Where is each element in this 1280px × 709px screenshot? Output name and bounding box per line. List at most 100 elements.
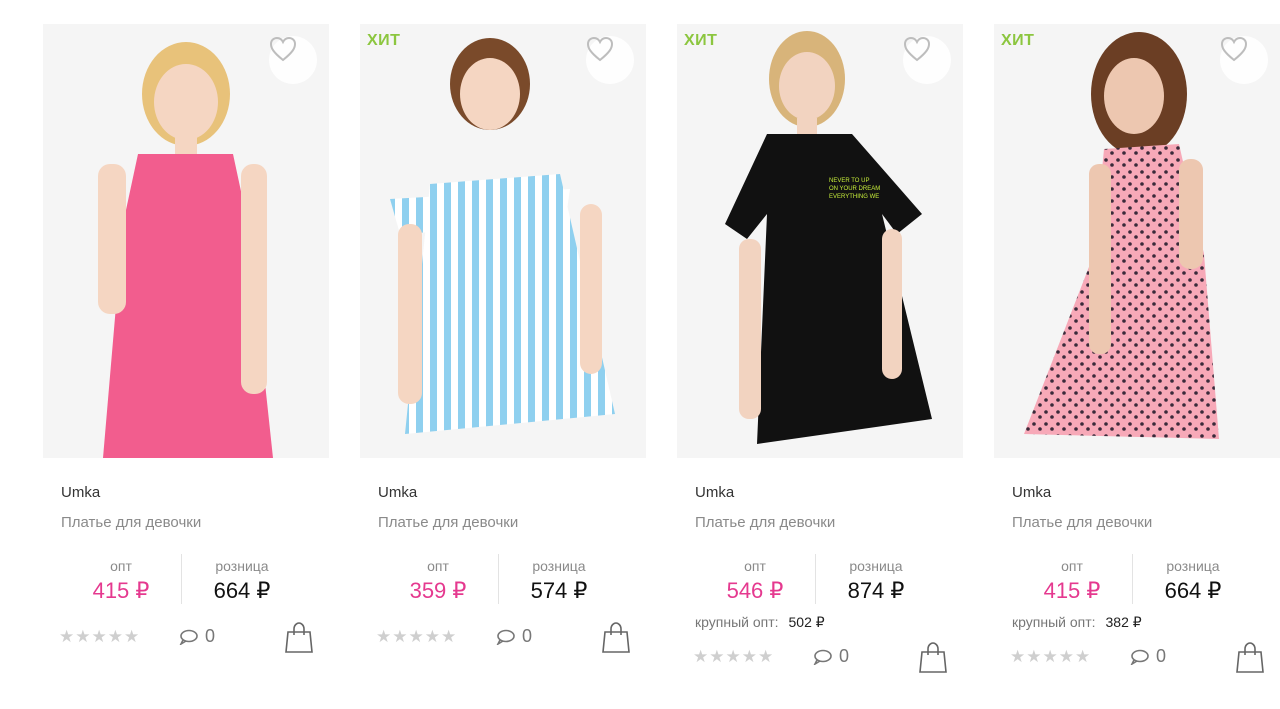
price-block: опт 546 ₽ розница 874 ₽ [695, 554, 945, 606]
comments-link[interactable]: 0 [1130, 646, 1166, 667]
rating-stars[interactable]: ★ ★ ★ ★ ★ [693, 648, 773, 665]
svg-text:EVERYTHING WE: EVERYTHING WE [829, 194, 879, 200]
shopping-bag-icon [602, 622, 630, 653]
heart-icon [903, 36, 931, 62]
bulk-price-line: крупный опт: 382 ₽ [1012, 614, 1142, 631]
product-title[interactable]: Платье для девочки [1012, 514, 1152, 531]
shopping-bag-icon [1236, 642, 1264, 673]
star-icon[interactable]: ★ [1026, 648, 1041, 665]
bulk-price: 382 ₽ [1105, 614, 1142, 630]
product-photo[interactable] [43, 24, 329, 458]
opt-label: опт [427, 558, 449, 574]
star-icon[interactable]: ★ [1043, 648, 1058, 665]
favorite-button[interactable] [586, 36, 634, 84]
star-icon[interactable]: ★ [108, 628, 123, 645]
product-title[interactable]: Платье для девочки [378, 514, 518, 531]
add-to-cart-button[interactable] [919, 642, 947, 674]
retail-price: 874 ₽ [847, 578, 905, 603]
product-card[interactable]: NEVER TO UP ON YOUR DREAM EVERYTHING WE … [677, 24, 963, 704]
star-icon[interactable]: ★ [124, 628, 139, 645]
star-icon[interactable]: ★ [376, 628, 391, 645]
comments-link[interactable]: 0 [813, 646, 849, 667]
retail-price-column: розница 874 ₽ [815, 554, 936, 604]
star-icon[interactable]: ★ [726, 648, 741, 665]
rating-stars[interactable]: ★ ★ ★ ★ ★ [376, 628, 456, 645]
comment-icon [813, 649, 832, 665]
star-icon[interactable]: ★ [1075, 648, 1090, 665]
opt-label: опт [110, 558, 132, 574]
opt-label: опт [744, 558, 766, 574]
star-icon[interactable]: ★ [441, 628, 456, 645]
product-grid: Umka Платье для девочки опт 415 ₽ розниц… [0, 0, 1280, 709]
opt-label: опт [1061, 558, 1083, 574]
price-block: опт 415 ₽ розница 664 ₽ [1012, 554, 1262, 606]
bulk-label: крупный опт: [695, 614, 779, 630]
retail-price-column: розница 664 ₽ [181, 554, 302, 604]
product-brand[interactable]: Umka [695, 484, 734, 501]
product-card[interactable]: ХИТ Umka Платье для девочки опт 415 ₽ ро… [994, 24, 1280, 704]
star-icon[interactable]: ★ [75, 628, 90, 645]
shopping-bag-icon [285, 622, 313, 653]
comments-count: 0 [522, 626, 533, 646]
product-title[interactable]: Платье для девочки [61, 514, 201, 531]
card-actions: ★ ★ ★ ★ ★ 0 [59, 622, 315, 656]
product-image [98, 42, 273, 458]
star-icon[interactable]: ★ [1010, 648, 1025, 665]
favorite-button[interactable] [1220, 36, 1268, 84]
star-icon[interactable]: ★ [709, 648, 724, 665]
product-card[interactable]: ХИТ Umka Платье для девочки опт 359 ₽ ро… [360, 24, 646, 704]
comment-icon [179, 629, 198, 645]
product-brand[interactable]: Umka [1012, 484, 1051, 501]
retail-label: розница [1166, 558, 1220, 574]
heart-icon [269, 36, 297, 62]
product-brand[interactable]: Umka [378, 484, 417, 501]
opt-price: 415 ₽ [1043, 578, 1101, 603]
product-photo[interactable]: ХИТ [994, 24, 1280, 458]
product-photo[interactable]: ХИТ [360, 24, 646, 458]
opt-price: 415 ₽ [92, 578, 150, 603]
star-icon[interactable]: ★ [92, 628, 107, 645]
card-actions: ★ ★ ★ ★ ★ 0 [1010, 642, 1266, 676]
product-photo[interactable]: NEVER TO UP ON YOUR DREAM EVERYTHING WE … [677, 24, 963, 458]
favorite-button[interactable] [903, 36, 951, 84]
comment-icon [1130, 649, 1149, 665]
add-to-cart-button[interactable] [1236, 642, 1264, 674]
add-to-cart-button[interactable] [285, 622, 313, 654]
add-to-cart-button[interactable] [602, 622, 630, 654]
star-icon[interactable]: ★ [1059, 648, 1074, 665]
comment-icon [496, 629, 515, 645]
product-card[interactable]: Umka Платье для девочки опт 415 ₽ розниц… [43, 24, 329, 704]
favorite-button[interactable] [269, 36, 317, 84]
star-icon[interactable]: ★ [693, 648, 708, 665]
comments-link[interactable]: 0 [179, 626, 215, 647]
hit-badge: ХИТ [1001, 32, 1035, 49]
product-image: NEVER TO UP ON YOUR DREAM EVERYTHING WE [725, 31, 932, 444]
star-icon[interactable]: ★ [409, 628, 424, 645]
bulk-price-line: крупный опт: 502 ₽ [695, 614, 825, 631]
star-icon[interactable]: ★ [392, 628, 407, 645]
retail-label: розница [849, 558, 903, 574]
card-actions: ★ ★ ★ ★ ★ 0 [693, 642, 949, 676]
retail-price: 664 ₽ [213, 578, 271, 603]
rating-stars[interactable]: ★ ★ ★ ★ ★ [59, 628, 139, 645]
opt-price: 359 ₽ [409, 578, 467, 603]
retail-label: розница [215, 558, 269, 574]
svg-text:NEVER TO UP: NEVER TO UP [829, 178, 869, 184]
star-icon[interactable]: ★ [742, 648, 757, 665]
comments-count: 0 [1156, 646, 1167, 666]
product-brand[interactable]: Umka [61, 484, 100, 501]
price-block: опт 359 ₽ розница 574 ₽ [378, 554, 628, 606]
product-title[interactable]: Платье для девочки [695, 514, 835, 531]
opt-price-column: опт 415 ₽ [1012, 554, 1132, 604]
star-icon[interactable]: ★ [425, 628, 440, 645]
opt-price-column: опт 546 ₽ [695, 554, 815, 604]
shopping-bag-icon [919, 642, 947, 673]
retail-label: розница [532, 558, 586, 574]
star-icon[interactable]: ★ [758, 648, 773, 665]
bulk-label: крупный опт: [1012, 614, 1096, 630]
heart-icon [1220, 36, 1248, 62]
comments-link[interactable]: 0 [496, 626, 532, 647]
star-icon[interactable]: ★ [59, 628, 74, 645]
hit-badge: ХИТ [684, 32, 718, 49]
rating-stars[interactable]: ★ ★ ★ ★ ★ [1010, 648, 1090, 665]
